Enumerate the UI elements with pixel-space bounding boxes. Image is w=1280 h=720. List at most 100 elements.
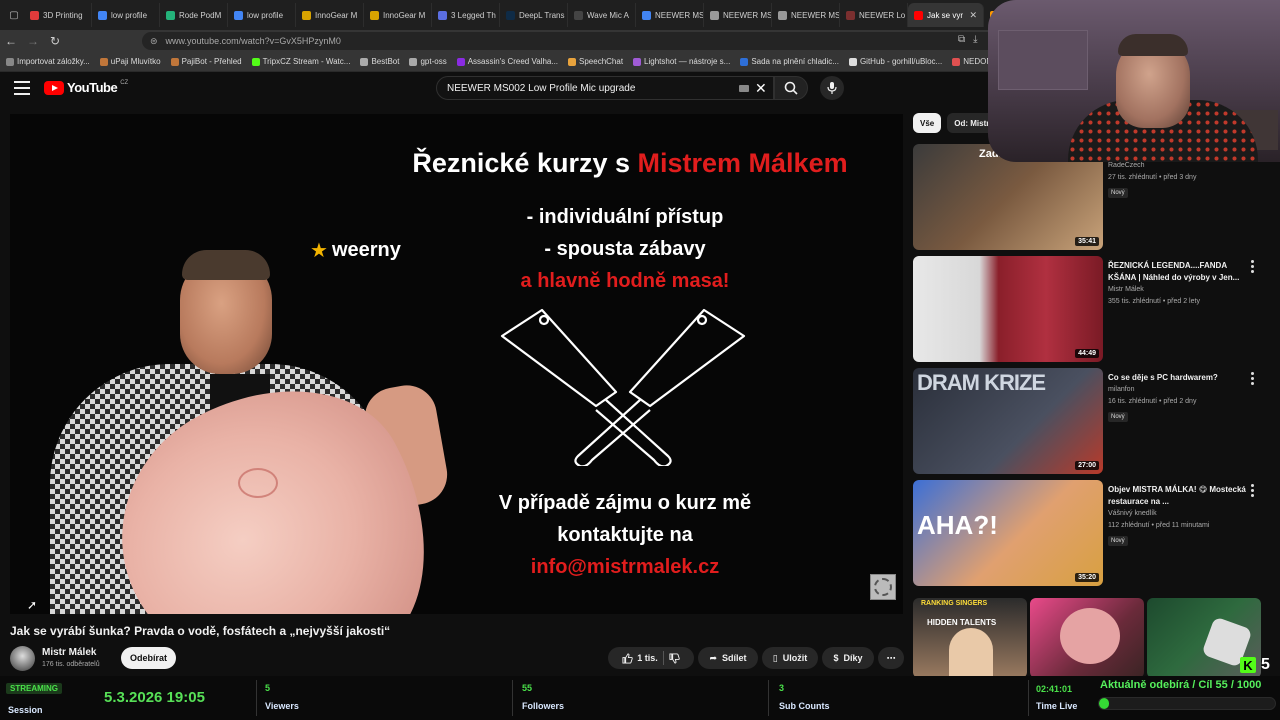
browser-tab[interactable]: NEEWER MS [772, 3, 840, 27]
keyboard-icon[interactable] [739, 85, 749, 92]
promo-title-part2: Mistrem Málkem [637, 148, 848, 178]
recommended-title[interactable]: Objev MISTRA MÁLKA! 😋 Mostecká restaurac… [1108, 484, 1248, 508]
download-icon[interactable]: ⤓ [973, 34, 977, 45]
clear-search-icon[interactable]: ✕ [755, 80, 767, 97]
search-button[interactable] [774, 76, 808, 100]
more-icon: ⋯ [886, 652, 896, 663]
thumbs-down-icon[interactable] [669, 652, 680, 664]
recommended-channel[interactable]: Mistr Málek [1108, 286, 1144, 293]
recommended-video[interactable]: AHA?! 35:20 Objev MISTRA MÁLKA! 😋 Mostec… [913, 480, 1273, 586]
bookmark-item[interactable]: SpeechChat [568, 57, 623, 66]
bookmark-item[interactable]: Assassin's Creed Valha... [456, 57, 558, 66]
recommended-meta: 355 tis. zhlédnutí • před 2 lety [1108, 298, 1200, 305]
bookmark-item[interactable]: Importovat záložky... [6, 57, 90, 66]
tab-label: NEEWER MS [791, 10, 840, 20]
browser-tab[interactable]: low profile [228, 3, 296, 27]
more-options-icon[interactable] [1251, 484, 1255, 497]
share-button[interactable]: ➦ Sdílet [698, 647, 758, 669]
subscribe-button[interactable]: Odebírat [121, 647, 176, 669]
more-options-icon[interactable] [1251, 372, 1255, 385]
browser-tab[interactable]: InnoGear M [364, 3, 432, 27]
more-options-icon[interactable] [1251, 260, 1255, 273]
bookmark-favicon-icon [170, 57, 179, 66]
recommended-channel[interactable]: Vášnivý knedlík [1108, 510, 1157, 517]
streamer-webcam [988, 0, 1280, 162]
recommended-title[interactable]: ŘEZNICKÁ LEGENDA....FANDA KŠÁNA | Náhled… [1108, 260, 1248, 284]
back-icon[interactable]: ← [0, 30, 22, 52]
browser-tab[interactable]: Jak se vyr ✕ [908, 3, 984, 27]
save-button[interactable]: ▯ Uložit [762, 647, 818, 669]
recommended-meta: 27 tis. zhlédnutí • před 3 dny [1108, 174, 1197, 181]
filter-chip[interactable]: Vše [913, 113, 942, 133]
tab-label: NEEWER Lo [859, 10, 906, 20]
watermark-text: weerny [331, 239, 401, 261]
share-label: Sdílet [722, 653, 747, 663]
bookmark-item[interactable]: gpt-oss [409, 57, 447, 66]
recommended-channel[interactable]: RadeCzech [1108, 162, 1145, 169]
more-actions-button[interactable]: ⋯ [878, 647, 904, 669]
kick-viewer-count: 5 [1261, 656, 1270, 673]
channel-name[interactable]: Mistr Málek [42, 647, 96, 658]
promo-email: info@mistrmalek.cz [530, 556, 720, 578]
bookmark-label: GitHub - gorhill/uBloc... [859, 57, 943, 66]
channel-watermark-badge[interactable] [870, 574, 896, 600]
bookmark-item[interactable]: Lightshot — nástroje s... [633, 57, 730, 66]
tab-favicon-icon [846, 10, 855, 20]
short-item[interactable]: RANKING SINGERS HIDDEN TALENTS [913, 598, 1027, 678]
recommended-video[interactable]: DRAM KRIZE 27:00 Co se děje s PC hardwar… [913, 368, 1273, 474]
close-tab-icon[interactable]: ✕ [969, 10, 977, 21]
browser-tab[interactable]: InnoGear M [296, 3, 364, 27]
menu-icon[interactable] [14, 81, 30, 95]
sub-goal-fill [1099, 698, 1109, 709]
subs-count: 3 [779, 683, 785, 693]
address-bar[interactable]: ⊜ www.youtube.com/watch?v=GvX5HPzynM0 [142, 32, 1002, 50]
browser-tab[interactable]: DeepL Trans [500, 3, 568, 27]
bookmark-item[interactable]: Sada na plnění chladic... [740, 57, 839, 66]
bookmark-label: TripxCZ Stream - Watc... [262, 57, 351, 66]
browser-tab[interactable]: low profile [92, 3, 160, 27]
video-thumbnail[interactable]: DRAM KRIZE 27:00 [913, 368, 1103, 474]
bookmark-item[interactable]: PajiBot - Přehled [170, 57, 242, 66]
search-input[interactable]: NEEWER MS002 Low Profile Mic upgrade ✕ [436, 76, 774, 100]
short-item[interactable] [1030, 598, 1144, 678]
microphone-icon [827, 82, 837, 94]
like-button[interactable]: 1 tis. [622, 652, 658, 664]
video-thumbnail[interactable]: 44:49 [913, 256, 1103, 362]
channel-avatar[interactable] [10, 646, 35, 671]
browser-tab[interactable]: NEEWER Lo [840, 3, 908, 27]
bookmark-item[interactable]: BestBot [360, 57, 399, 66]
browser-tab[interactable]: 3D Printing [24, 3, 92, 27]
voice-search-button[interactable] [820, 76, 844, 100]
browser-tab[interactable]: Wave Mic A [568, 3, 636, 27]
recommended-channel[interactable]: milanfon [1108, 386, 1134, 393]
sub-goal-text: Aktuálně odebírá / Cíl 55 / 1000 [1100, 679, 1262, 691]
bookmark-label: Importovat záložky... [17, 57, 90, 66]
youtube-logo[interactable]: YouTube CZ [44, 80, 128, 95]
browser-tab[interactable]: NEEWER MS [704, 3, 772, 27]
url-text: www.youtube.com/watch?v=GvX5HPzynM0 [165, 36, 341, 46]
site-info-icon[interactable]: ⊜ [150, 36, 158, 47]
screenshot-icon[interactable]: ⧉ [958, 34, 965, 45]
browser-tab[interactable]: Rode PodM [160, 3, 228, 27]
tab-favicon-icon [710, 10, 719, 20]
browser-tab[interactable]: NEEWER MS [636, 3, 704, 27]
forward-icon[interactable]: → [22, 30, 44, 52]
promo-contact-2: kontaktujte na [557, 524, 693, 546]
tab-favicon-icon [30, 10, 39, 20]
bookmark-favicon-icon [409, 57, 418, 66]
bookmark-item[interactable]: TripxCZ Stream - Watc... [251, 57, 351, 66]
bookmark-item[interactable]: uPaji Mluvítko [99, 57, 161, 66]
tab-label: Jak se vyr [927, 10, 964, 20]
tab-list-icon[interactable]: ▢ [4, 5, 24, 25]
browser-tab[interactable]: 3 Legged Th [432, 3, 500, 27]
video-player[interactable]: ★ weerny Řeznické kurzy s Mistrem Málkem… [10, 114, 903, 614]
bookmark-item[interactable]: GitHub - gorhill/uBloc... [848, 57, 943, 66]
thanks-button[interactable]: $ Díky [822, 647, 874, 669]
crossed-cleavers-icon [500, 308, 746, 466]
reload-icon[interactable]: ↻ [44, 30, 66, 52]
search-icon [784, 81, 798, 95]
recommended-video[interactable]: 44:49 ŘEZNICKÁ LEGENDA....FANDA KŠÁNA | … [913, 256, 1273, 362]
video-thumbnail[interactable]: AHA?! 35:20 [913, 480, 1103, 586]
recommended-title[interactable]: Co se děje s PC hardwarem? [1108, 372, 1248, 384]
stream-date: 5.3.2026 19:05 [104, 689, 205, 706]
